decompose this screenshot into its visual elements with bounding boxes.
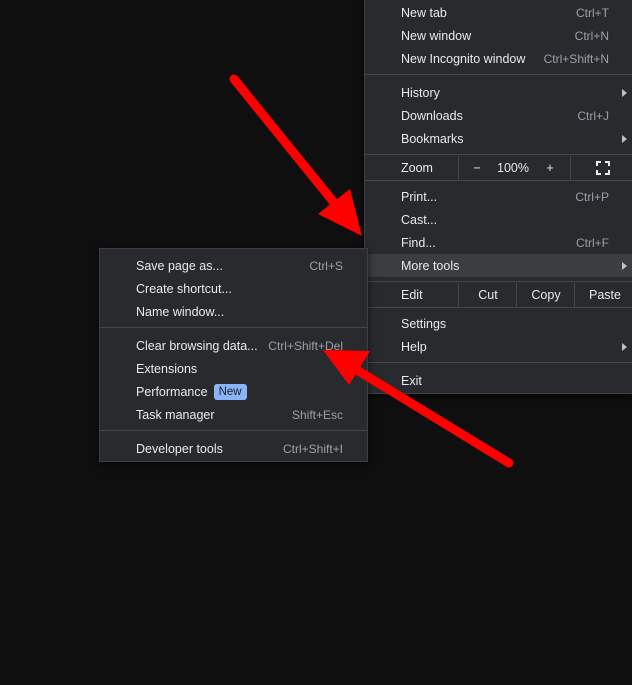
menu-item-shortcut: Ctrl+Shift+N (543, 51, 609, 66)
menu-item-label: History (401, 85, 440, 100)
menu-item-label: Save page as... (136, 258, 223, 273)
zoom-label: Zoom (401, 161, 433, 175)
menu-separator (100, 327, 367, 328)
submenu-item-extensions[interactable]: Extensions (100, 357, 367, 380)
menu-item-shortcut: Ctrl+T (576, 5, 609, 20)
menu-item-label: Bookmarks (401, 131, 464, 146)
more-tools-submenu: Save page as... Ctrl+S Create shortcut..… (99, 248, 368, 462)
menu-item-shortcut: Ctrl+F (576, 235, 609, 250)
menu-item-label: Performance (136, 384, 208, 399)
submenu-arrow-icon (622, 342, 627, 351)
menu-item-label: Help (401, 339, 427, 354)
menu-item-label: Extensions (136, 361, 198, 376)
menu-separator (365, 180, 632, 181)
menu-item-label: Find... (401, 235, 436, 250)
menu-item-label: New Incognito window (401, 51, 526, 66)
submenu-item-create-shortcut[interactable]: Create shortcut... (100, 277, 367, 300)
submenu-item-save-page-as[interactable]: Save page as... Ctrl+S (100, 254, 367, 277)
menu-item-shortcut: Ctrl+Shift+I (282, 441, 343, 456)
menu-item-new-incognito-window[interactable]: New Incognito window Ctrl+Shift+N (365, 47, 632, 70)
annotation-arrow-to-more-tools (229, 74, 362, 236)
menu-item-shortcut: Ctrl+Shift+Del (268, 338, 343, 353)
paste-button[interactable]: Paste (574, 283, 632, 307)
menu-item-cast[interactable]: Cast... (365, 208, 632, 231)
submenu-item-task-manager[interactable]: Task manager Shift+Esc (100, 403, 367, 426)
new-badge: New (213, 383, 247, 400)
chrome-main-menu: New tab Ctrl+T New window Ctrl+N New Inc… (364, 0, 632, 394)
menu-item-more-tools[interactable]: More tools (365, 254, 632, 277)
menu-item-shortcut: Ctrl+J (577, 108, 609, 123)
menu-item-label: Downloads (401, 108, 463, 123)
zoom-in-button[interactable]: + (532, 156, 568, 180)
menu-item-downloads[interactable]: Downloads Ctrl+J (365, 104, 632, 127)
zoom-value-text: 100% (497, 161, 529, 175)
menu-item-label: Create shortcut... (136, 281, 232, 296)
menu-separator (365, 74, 632, 75)
zoom-in-label: + (546, 161, 554, 175)
menu-item-new-tab[interactable]: New tab Ctrl+T (365, 1, 632, 24)
submenu-arrow-icon (622, 88, 627, 97)
menu-item-label: Cast... (401, 212, 438, 227)
menu-item-label: Print... (401, 189, 438, 204)
menu-item-label: More tools (401, 258, 460, 273)
menu-item-bookmarks[interactable]: Bookmarks (365, 127, 632, 150)
menu-item-print[interactable]: Print... Ctrl+P (365, 185, 632, 208)
menu-item-label: Name window... (136, 304, 225, 319)
menu-item-shortcut: Ctrl+N (574, 28, 609, 43)
cut-button[interactable]: Cut (458, 283, 517, 307)
menu-item-shortcut: Ctrl+P (575, 189, 609, 204)
paste-label: Paste (589, 288, 621, 302)
menu-item-find[interactable]: Find... Ctrl+F (365, 231, 632, 254)
menu-item-label: Developer tools (136, 441, 223, 456)
menu-item-shortcut: Ctrl+S (309, 258, 343, 273)
menu-item-label: Task manager (136, 407, 215, 422)
menu-separator (365, 154, 632, 155)
zoom-out-button[interactable]: − (458, 156, 495, 180)
zoom-level-value: 100% (494, 156, 532, 180)
menu-separator (100, 430, 367, 431)
copy-label: Copy (531, 288, 561, 302)
submenu-arrow-icon (622, 261, 627, 270)
fullscreen-button[interactable] (570, 156, 632, 180)
fullscreen-icon (596, 161, 610, 175)
submenu-item-developer-tools[interactable]: Developer tools Ctrl+Shift+I (100, 437, 367, 460)
menu-item-history[interactable]: History (365, 81, 632, 104)
edit-label: Edit (401, 288, 423, 302)
menu-item-label: Exit (401, 373, 422, 388)
menu-separator (365, 281, 632, 282)
menu-item-help[interactable]: Help (365, 335, 632, 358)
copy-button[interactable]: Copy (516, 283, 575, 307)
zoom-row: Zoom − 100% + (365, 156, 632, 180)
menu-item-label: Clear browsing data... (136, 338, 258, 353)
menu-item-label: Settings (401, 316, 447, 331)
menu-item-label: New tab (401, 5, 447, 20)
menu-separator (365, 362, 632, 363)
cut-label: Cut (478, 288, 498, 302)
performance-label-wrap: Performance New (136, 383, 247, 400)
menu-item-label: New window (401, 28, 472, 43)
submenu-item-clear-browsing-data[interactable]: Clear browsing data... Ctrl+Shift+Del (100, 334, 367, 357)
menu-item-exit[interactable]: Exit (365, 369, 632, 392)
submenu-item-performance[interactable]: Performance New (100, 380, 367, 403)
menu-item-new-window[interactable]: New window Ctrl+N (365, 24, 632, 47)
submenu-arrow-icon (622, 134, 627, 143)
menu-item-settings[interactable]: Settings (365, 312, 632, 335)
zoom-out-label: − (473, 161, 481, 175)
edit-row: Edit Cut Copy Paste (365, 283, 632, 307)
submenu-item-name-window[interactable]: Name window... (100, 300, 367, 323)
menu-item-shortcut: Shift+Esc (291, 407, 343, 422)
menu-separator (365, 307, 632, 308)
